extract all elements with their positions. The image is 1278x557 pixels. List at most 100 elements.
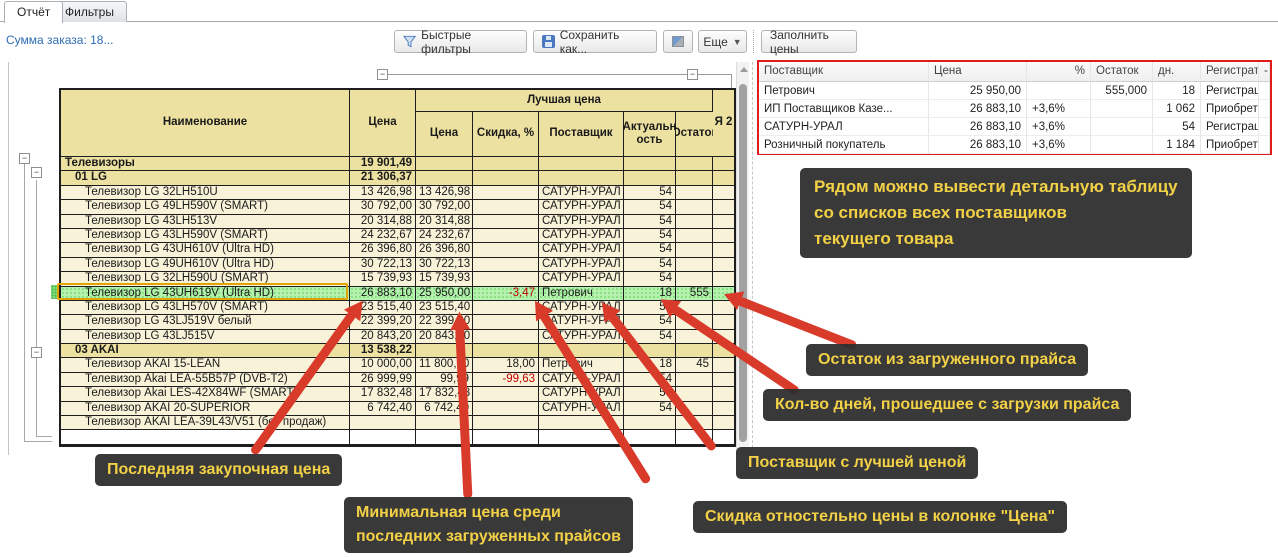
panel-row[interactable]: САТУРН-УРАЛ26 883,10+3,6% 54Регистрация .… (759, 118, 1270, 136)
quick-filters-button[interactable]: Быстрые фильтры (394, 28, 527, 56)
panel-cell[interactable]: 18 (1153, 82, 1201, 99)
table-cell-best[interactable]: 25 950,00 (416, 286, 473, 301)
table-cell-stock[interactable] (676, 185, 713, 201)
table-row[interactable]: Телевизор Akai LEA-55B57P (DVB-T2) 26 999… (61, 372, 734, 388)
table-cell-pad[interactable] (713, 228, 734, 244)
table-row[interactable]: Телевизоры 19 901,49 (61, 157, 734, 172)
col-header-discount[interactable]: Скидка, % (473, 112, 539, 157)
table-cell-days[interactable] (624, 157, 676, 172)
table-cell-price[interactable]: 21 306,37 (350, 171, 416, 186)
panel-cell[interactable]: +3,6% (1027, 118, 1091, 135)
table-cell-name[interactable]: Телевизор LG 32LH510U (61, 185, 350, 201)
order-sum-link[interactable]: Сумма заказа: 18... (6, 33, 113, 47)
table-row[interactable]: Телевизор LG 43LH570V (SMART) 23 515,40 23… (61, 300, 734, 316)
table-cell-days[interactable]: 54 (624, 228, 676, 244)
table-cell-stock[interactable] (676, 200, 713, 215)
table-cell-pad[interactable] (713, 401, 734, 417)
table-cell-stock[interactable] (676, 272, 713, 287)
table-cell-days[interactable] (624, 430, 676, 445)
table-cell-stock[interactable] (676, 228, 713, 244)
table-cell-disc[interactable] (473, 157, 539, 172)
more-button[interactable]: Еще ▼ (698, 30, 747, 53)
table-row[interactable]: Телевизор Akai LES-42X84WF (SMART) 17 832… (61, 387, 734, 402)
table-cell-name[interactable]: Телевизор LG 43LJ515V (61, 329, 350, 345)
table-cell-price[interactable]: 26 396,80 (350, 243, 416, 258)
table-cell-disc[interactable] (473, 185, 539, 201)
panel-cell[interactable]: 26 883,10 (929, 100, 1027, 117)
table-row[interactable]: Телевизор LG 49UH610V (Ultra HD) 30 722,1… (61, 257, 734, 273)
table-cell-disc[interactable] (473, 214, 539, 229)
table-cell-stock[interactable] (676, 243, 713, 258)
panel-cell[interactable]: Регистрация ... (1201, 118, 1259, 135)
table-cell-days[interactable]: 54 (624, 200, 676, 215)
table-cell-pad[interactable] (713, 430, 734, 445)
table-cell-price[interactable]: 20 314,88 (350, 214, 416, 229)
panel-cell[interactable] (1259, 82, 1270, 99)
fill-prices-button[interactable]: Заполнить цены (761, 28, 857, 56)
table-cell-price[interactable]: 20 843,20 (350, 329, 416, 345)
table-cell-disc[interactable] (473, 401, 539, 417)
save-as-button[interactable]: Сохранить как... (533, 28, 657, 56)
table-cell-best[interactable]: 24 232,67 (416, 228, 473, 244)
table-cell-best[interactable]: 30 722,13 (416, 257, 473, 273)
panel-cell[interactable]: Приобретени... (1201, 136, 1259, 153)
table-cell-best[interactable] (416, 171, 473, 186)
panel-cell[interactable] (1091, 118, 1153, 135)
table-cell-name[interactable]: Телевизор AKAI LEA-39L43/V51 (без продаж… (61, 416, 350, 431)
table-cell-price[interactable]: 30 792,00 (350, 200, 416, 215)
panel-cell[interactable]: 26 883,10 (929, 136, 1027, 153)
panel-row[interactable]: Розничный покупатель 26 883,10 +3,6% 1 184 П… (759, 136, 1270, 154)
table-row[interactable]: Телевизор AKAI LEA-39L43/V51 (без продаж… (61, 416, 734, 431)
table-cell-name[interactable]: Телевизор LG 49UH610V (Ultra HD) (61, 257, 350, 273)
table-cell-pad[interactable] (713, 171, 734, 186)
table-cell-name[interactable]: Телевизор LG 43LH513V (61, 214, 350, 229)
toggle-panel-button[interactable] (663, 30, 693, 53)
table-cell-stock[interactable] (676, 171, 713, 186)
table-cell-pad[interactable] (713, 416, 734, 431)
panel-cell[interactable]: 54 (1153, 118, 1201, 135)
table-row[interactable]: Телевизор LG 43LH513V 20 314,88 20 314,88 С… (61, 214, 734, 229)
col-header-best-price[interactable]: Цена (416, 112, 473, 157)
table-cell-pad[interactable] (713, 257, 734, 273)
table-cell-disc[interactable]: 18,00 (473, 358, 539, 373)
table-cell-price[interactable]: 15 739,93 (350, 272, 416, 287)
table-cell-best[interactable]: 15 739,93 (416, 272, 473, 287)
table-cell-days[interactable]: 54 (624, 257, 676, 273)
table-cell-supplier[interactable]: САТУРН-УРАЛ (539, 214, 624, 229)
collapse-group-button[interactable]: − (19, 153, 30, 164)
panel-cell[interactable] (1091, 100, 1153, 117)
table-cell-supplier[interactable]: САТУРН-УРАЛ (539, 401, 624, 417)
table-cell-name[interactable]: Телевизор LG 43LJ519V белый (61, 315, 350, 330)
table-cell-pad[interactable] (713, 387, 734, 402)
panel-cell[interactable]: 25 950,00 (929, 82, 1027, 99)
table-cell-pad[interactable] (713, 157, 734, 172)
table-cell-days[interactable]: 54 (624, 214, 676, 229)
col-header-stock[interactable]: Остаток (676, 112, 713, 157)
collapse-columns-button[interactable]: − (377, 69, 388, 80)
table-cell-stock[interactable]: 555 (676, 286, 713, 301)
table-cell-disc[interactable] (473, 272, 539, 287)
table-cell-name[interactable]: Телевизор LG 43LH570V (SMART) (61, 300, 350, 316)
table-row[interactable]: Телевизор LG 32LH510U 13 426,98 13 426,98 С… (61, 185, 734, 201)
table-cell-pad[interactable] (713, 315, 734, 330)
table-cell-name[interactable]: Телевизор LG 49LH590V (SMART) (61, 200, 350, 215)
table-cell-price[interactable]: 19 901,49 (350, 157, 416, 172)
panel-col-header[interactable]: Остаток (1091, 62, 1153, 81)
table-cell-disc[interactable] (473, 315, 539, 330)
table-cell-price[interactable]: 17 832,48 (350, 387, 416, 402)
table-cell-price[interactable] (350, 430, 416, 445)
table-cell-name[interactable]: 03 AKAI (61, 344, 350, 359)
panel-cell[interactable]: +3,6% (1027, 136, 1091, 153)
table-cell-disc[interactable] (473, 200, 539, 215)
table-cell-supplier[interactable] (539, 157, 624, 172)
panel-cell[interactable]: Приобретени... (1201, 100, 1259, 117)
panel-cell[interactable] (1259, 136, 1270, 153)
panel-cell[interactable]: Петрович (759, 82, 929, 99)
table-cell-pad[interactable] (713, 372, 734, 388)
table-cell-name[interactable] (61, 430, 350, 445)
table-cell-supplier[interactable]: САТУРН-УРАЛ (539, 243, 624, 258)
table-cell-pad[interactable] (713, 185, 734, 201)
panel-col-header[interactable]: Регистратор (1201, 62, 1259, 81)
table-cell-disc[interactable] (473, 344, 539, 359)
scroll-up-icon[interactable] (740, 67, 748, 72)
